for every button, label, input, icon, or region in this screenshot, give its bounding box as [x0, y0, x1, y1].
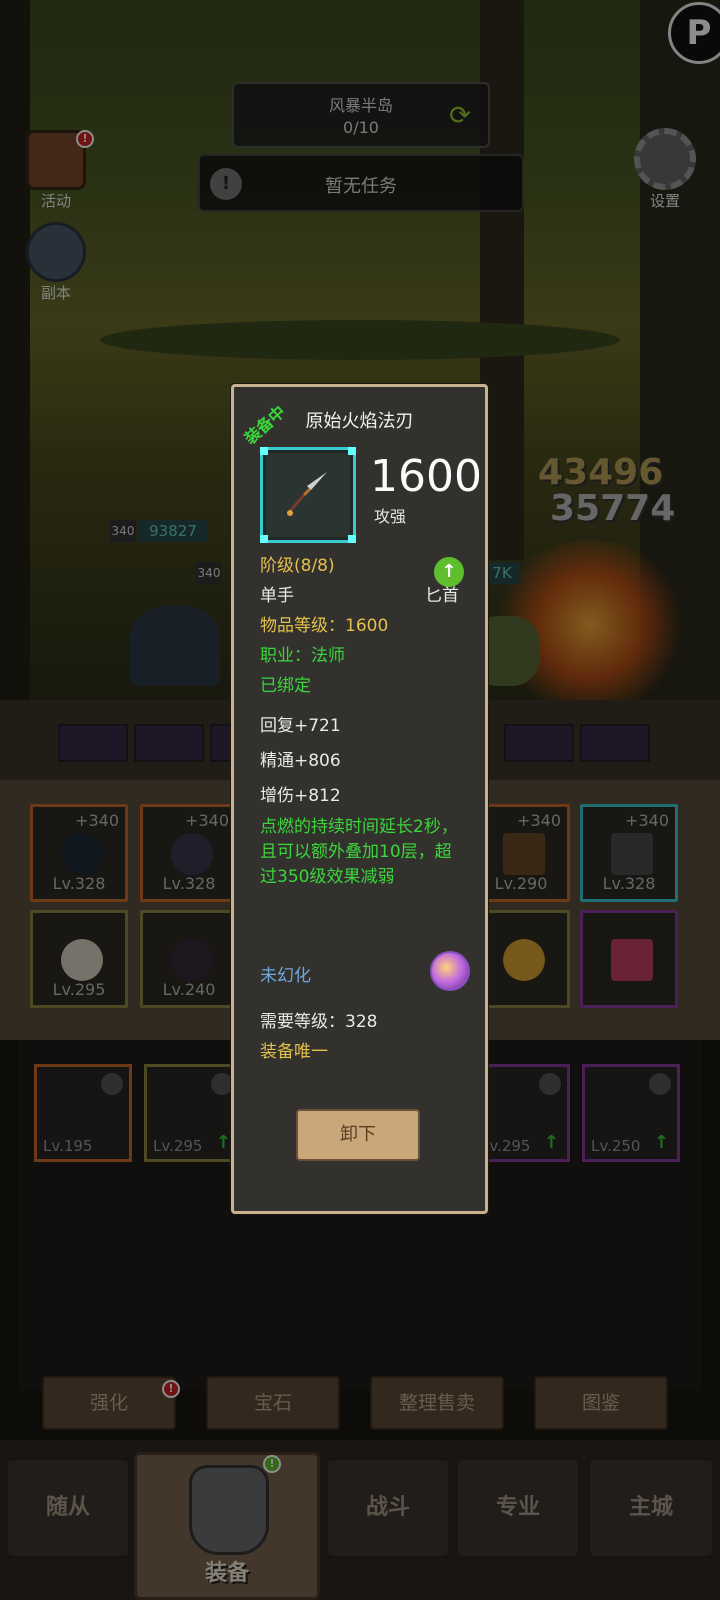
- unequip-button[interactable]: 卸下: [296, 1109, 420, 1161]
- stat-line: 精通+806: [260, 751, 341, 771]
- item-name: 原始火焰法刃: [305, 411, 414, 432]
- transmog-orb-icon[interactable]: [430, 951, 470, 991]
- item-bound: 已绑定: [260, 676, 311, 696]
- stat-line: 回复+721: [260, 716, 341, 736]
- frame-corner: [348, 535, 356, 543]
- game-screen: { "hud": { "zone_name": "风暴半岛", "zone_pr…: [0, 0, 720, 1600]
- item-level: 物品等级：1600: [260, 616, 389, 636]
- frame-corner: [260, 447, 268, 455]
- weapon-type: 匕首: [425, 586, 459, 606]
- item-icon-frame: [260, 447, 356, 543]
- item-tier: 阶级(8/8): [260, 556, 335, 576]
- transmog-status: 未幻化: [260, 966, 311, 986]
- unique-tag: 装备唯一: [260, 1042, 328, 1062]
- item-detail-popup: 装备中 原始火焰法刃 1600 攻强 阶级(8/8) ↑ 单手 匕首 物品等级：…: [231, 384, 488, 1214]
- item-class: 职业：法师: [260, 646, 345, 666]
- item-power: 1600: [370, 451, 482, 502]
- stat-line: 增伤+812: [260, 786, 341, 806]
- frame-corner: [348, 447, 356, 455]
- power-label: 攻强: [374, 507, 407, 526]
- item-effect: 点燃的持续时间延长2秒，且可以额外叠加10层，超过350级效果减弱: [260, 817, 458, 887]
- dagger-icon: [287, 472, 327, 516]
- frame-corner: [260, 535, 268, 543]
- required-level: 需要等级：328: [260, 1012, 378, 1032]
- item-hand: 单手: [260, 586, 294, 606]
